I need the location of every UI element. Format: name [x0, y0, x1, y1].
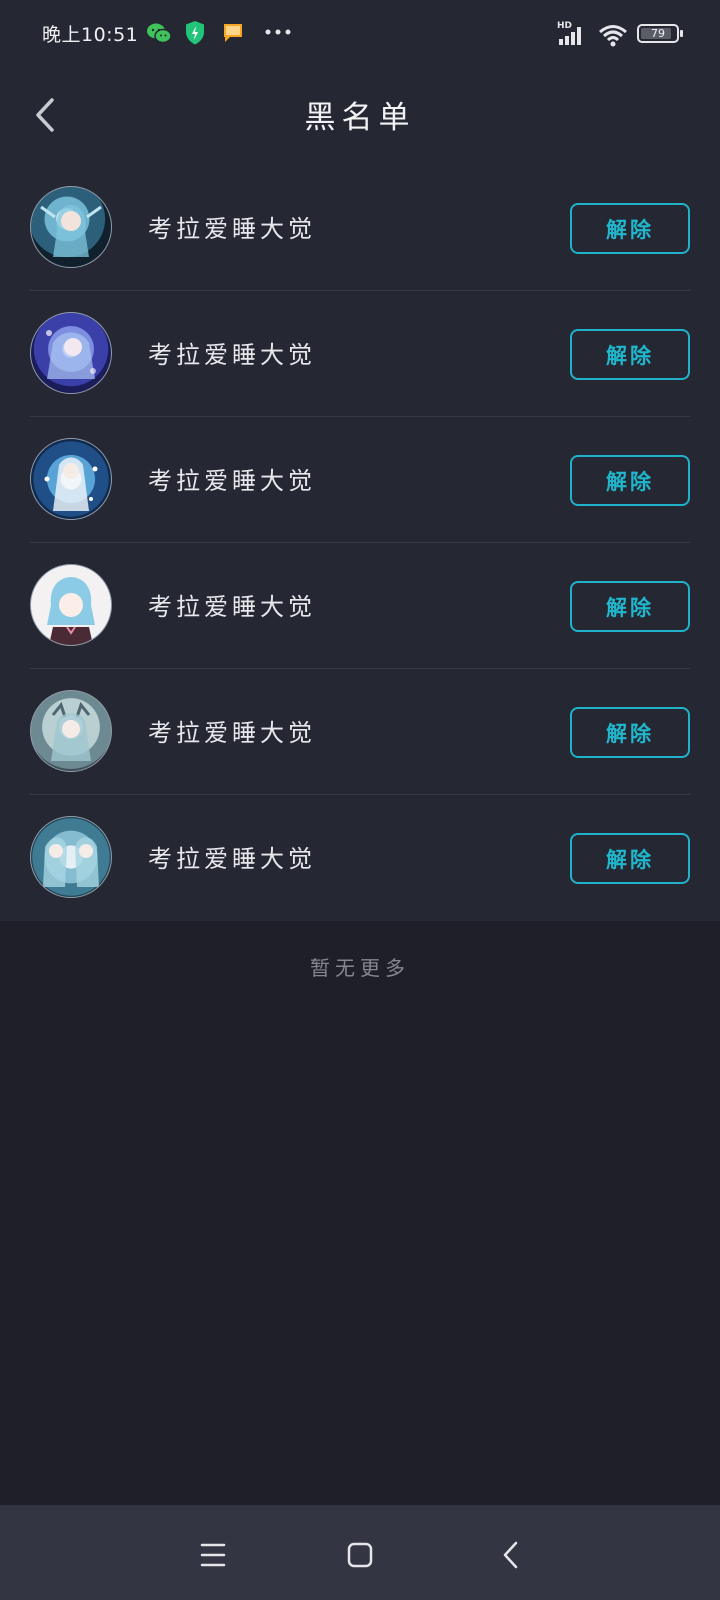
avatar[interactable] [30, 312, 112, 394]
unblock-button[interactable]: 解除 [570, 455, 690, 506]
page-title: 黑名单 [304, 100, 416, 136]
avatar[interactable] [30, 564, 112, 646]
unblock-button[interactable]: 解除 [570, 707, 690, 758]
avatar-art-icon [43, 837, 99, 887]
list-item: 考拉爱睡大觉 解除 [0, 291, 720, 417]
status-bar: 晚上10:51 HD 79 [0, 0, 720, 70]
nav-back-button[interactable] [492, 1535, 532, 1575]
avatar-art-icon [47, 577, 95, 645]
wechat-icon [147, 23, 172, 44]
more-icon [265, 29, 291, 35]
list-item: 考拉爱睡大觉 解除 [0, 543, 720, 669]
user-name: 考拉爱睡大觉 [148, 341, 316, 369]
user-name: 考拉爱睡大觉 [148, 593, 316, 621]
avatar[interactable] [30, 186, 112, 268]
avatar-art-icon [44, 457, 98, 511]
avatar-art-icon [46, 330, 96, 379]
blacklist: 考拉爱睡大觉 解除 考拉爱睡大觉 解除 考拉爱睡大觉 解除 考拉爱睡大觉 解除 … [0, 165, 720, 921]
unblock-button[interactable]: 解除 [570, 833, 690, 884]
message-icon [224, 24, 242, 42]
user-name: 考拉爱睡大觉 [148, 845, 316, 873]
unblock-button[interactable]: 解除 [570, 329, 690, 380]
shield-icon [186, 21, 204, 45]
user-name: 考拉爱睡大觉 [148, 467, 316, 495]
avatar[interactable] [30, 690, 112, 772]
home-button[interactable] [340, 1535, 380, 1575]
signal-icon [559, 27, 581, 45]
unblock-button[interactable]: 解除 [570, 581, 690, 632]
avatar[interactable] [30, 438, 112, 520]
unblock-button[interactable]: 解除 [570, 203, 690, 254]
battery-level: 79 [651, 27, 665, 40]
home-icon [347, 1542, 373, 1568]
user-name: 考拉爱睡大觉 [148, 215, 316, 243]
user-name: 考拉爱睡大觉 [148, 719, 316, 747]
wifi-icon [599, 25, 627, 47]
system-nav-bar [0, 1505, 720, 1600]
status-time: 晚上10:51 [42, 24, 139, 46]
back-icon [503, 1541, 518, 1569]
list-item: 考拉爱睡大觉 解除 [0, 417, 720, 543]
avatar-art-icon [51, 701, 91, 761]
battery-icon: 79 [637, 24, 683, 43]
avatar-art-icon [40, 205, 102, 257]
list-footer: 暂无更多 [310, 956, 410, 980]
list-item: 考拉爱睡大觉 解除 [0, 795, 720, 921]
avatar[interactable] [30, 816, 112, 898]
header: 黑名单 [0, 70, 720, 165]
menu-button[interactable] [193, 1535, 233, 1575]
menu-icon [200, 1543, 226, 1567]
list-item: 考拉爱睡大觉 解除 [0, 669, 720, 795]
list-item: 考拉爱睡大觉 解除 [0, 165, 720, 291]
